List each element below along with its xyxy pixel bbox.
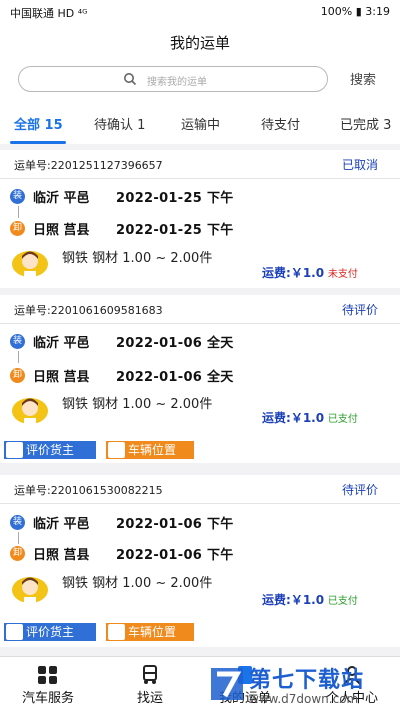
fee-label: 运费: — [262, 593, 291, 607]
origin-place: 临沂 平邑 — [33, 517, 90, 532]
truck-icon — [143, 665, 157, 684]
user-rating-icon — [6, 442, 23, 458]
tab-all[interactable]: 全部 15 — [14, 114, 63, 133]
watermark: 第七下载站 www.d7down.com — [205, 660, 400, 711]
page-title: 我的运单 — [169, 34, 230, 52]
origin-place: 临沂 平邑 — [33, 336, 90, 351]
order-card[interactable]: 运单号:2201061530082215 待评价 装 临沂 平邑 2022-01… — [0, 475, 400, 647]
route-connector — [18, 206, 19, 218]
status-bar: 中国联通 HD ⁴ᴳ 100% ▮ 3:19 — [0, 0, 400, 24]
origin-date: 2022-01-06 全天 — [116, 336, 234, 351]
order-status: 待评价 — [341, 483, 378, 497]
load-badge-icon: 装 — [10, 515, 25, 530]
nav-car-service[interactable]: 汽车服务 — [8, 657, 88, 706]
tab-pending-confirm[interactable]: 待确认 1 — [94, 114, 145, 133]
origin-place: 临沂 平邑 — [33, 191, 90, 206]
order-status: 待评价 — [341, 303, 378, 317]
clock-text: 3:19 — [365, 5, 390, 18]
payment-status: 已支付 — [327, 414, 358, 425]
unload-badge-icon: 卸 — [10, 221, 25, 236]
grid-icon — [38, 666, 57, 684]
order-card[interactable]: 运单号:2201251127396657 已取消 装 临沂 平邑 2022-01… — [0, 150, 400, 288]
destination-place: 日照 莒县 — [33, 223, 90, 238]
search-button[interactable]: 搜索 — [350, 69, 376, 88]
order-card[interactable]: 运单号:2201061609581683 待评价 装 临沂 平邑 2022-01… — [0, 295, 400, 463]
fee-amount: ￥1.0 — [290, 593, 325, 607]
active-tab-indicator — [10, 141, 66, 144]
unload-badge-icon: 卸 — [10, 368, 25, 383]
freight-fee: 运费:￥1.0 未支付 — [262, 264, 358, 281]
rate-shipper-button[interactable]: 评价货主 — [4, 441, 96, 459]
fee-label: 运费: — [262, 411, 291, 425]
origin-date: 2022-01-06 下午 — [116, 517, 234, 532]
vehicle-location-label: 车辆位置 — [128, 443, 177, 457]
cargo-info: 钢铁 钢材 1.00 ~ 2.00件 — [62, 251, 213, 266]
carrier-text: 中国联通 HD ⁴ᴳ — [10, 7, 88, 20]
payment-status: 未支付 — [327, 269, 358, 280]
destination-date: 2022-01-06 下午 — [116, 548, 234, 563]
order-number: 运单号:2201061609581683 — [14, 304, 163, 317]
header: 我的运单 搜索我的运单 搜索 全部 15 待确认 1 运输中 待支付 已完成 3 — [0, 24, 400, 144]
tab-completed[interactable]: 已完成 3 — [340, 114, 391, 133]
vehicle-location-button[interactable]: 车辆位置 — [106, 623, 194, 641]
fee-amount: ￥1.0 — [290, 266, 325, 280]
destination-place: 日照 莒县 — [33, 548, 90, 563]
rate-shipper-button[interactable]: 评价货主 — [4, 623, 96, 641]
cargo-info: 钢铁 钢材 1.00 ~ 2.00件 — [62, 397, 213, 412]
watermark-text: 第七下载站 — [249, 667, 365, 693]
origin-date: 2022-01-25 下午 — [116, 191, 234, 206]
battery-icon: ▮ — [355, 5, 362, 18]
rate-shipper-label: 评价货主 — [26, 625, 75, 639]
freight-fee: 运费:￥1.0 已支付 — [262, 591, 358, 608]
rate-shipper-label: 评价货主 — [26, 443, 75, 457]
tab-bar: 全部 15 待确认 1 运输中 待支付 已完成 3 — [0, 112, 400, 144]
divider — [0, 323, 400, 324]
destination-date: 2022-01-06 全天 — [116, 370, 234, 385]
destination-row: 卸 日照 莒县 2022-01-06 下午 — [10, 543, 390, 563]
payment-status: 已支付 — [327, 596, 358, 607]
watermark-logo-icon — [211, 668, 243, 700]
fee-label: 运费: — [262, 266, 291, 280]
watermark-url: www.d7down.com — [249, 692, 359, 706]
avatar-icon — [12, 398, 48, 424]
status-right: 100% ▮ 3:19 — [321, 5, 390, 18]
divider — [0, 178, 400, 179]
destination-row: 卸 日照 莒县 2022-01-25 下午 — [10, 218, 390, 238]
destination-place: 日照 莒县 — [33, 370, 90, 385]
user-rating-icon — [6, 624, 23, 640]
destination-row: 卸 日照 莒县 2022-01-06 全天 — [10, 365, 390, 385]
order-number: 运单号:2201061530082215 — [14, 484, 163, 497]
search-input[interactable]: 搜索我的运单 — [18, 66, 328, 92]
avatar-icon — [12, 251, 48, 277]
search-icon — [124, 73, 137, 86]
order-number: 运单号:2201251127396657 — [14, 159, 163, 172]
location-icon — [108, 442, 125, 458]
origin-row: 装 临沂 平邑 2022-01-06 下午 — [10, 512, 390, 532]
tab-in-transit[interactable]: 运输中 — [181, 114, 220, 133]
location-icon — [108, 624, 125, 640]
avatar-icon — [12, 577, 48, 603]
nav-find-cargo[interactable]: 找运 — [110, 657, 190, 706]
nav-label: 汽车服务 — [21, 691, 74, 706]
fee-amount: ￥1.0 — [290, 411, 325, 425]
battery-text: 100% — [320, 5, 353, 18]
load-badge-icon: 装 — [10, 189, 25, 204]
origin-row: 装 临沂 平邑 2022-01-06 全天 — [10, 331, 390, 351]
origin-row: 装 临沂 平邑 2022-01-25 下午 — [10, 186, 390, 206]
route-connector — [18, 351, 19, 363]
vehicle-location-label: 车辆位置 — [128, 625, 177, 639]
unload-badge-icon: 卸 — [10, 546, 25, 561]
nav-label: 找运 — [136, 691, 163, 706]
search-placeholder: 搜索我的运单 — [147, 77, 207, 88]
divider — [0, 503, 400, 504]
order-status: 已取消 — [341, 158, 378, 172]
tab-pending-payment[interactable]: 待支付 — [261, 114, 300, 133]
destination-date: 2022-01-25 下午 — [116, 223, 234, 238]
load-badge-icon: 装 — [10, 334, 25, 349]
cargo-info: 钢铁 钢材 1.00 ~ 2.00件 — [62, 576, 213, 591]
freight-fee: 运费:￥1.0 已支付 — [262, 409, 358, 426]
vehicle-location-button[interactable]: 车辆位置 — [106, 441, 194, 459]
